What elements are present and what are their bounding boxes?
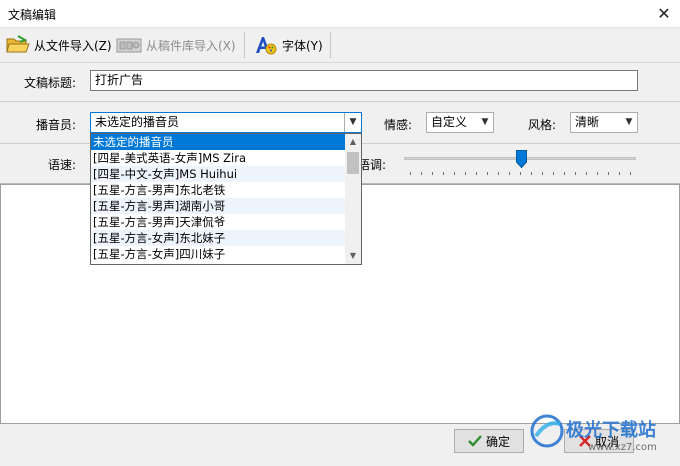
title-bar: 文稿编辑 ✕ xyxy=(0,0,680,28)
pitch-slider-thumb[interactable] xyxy=(516,150,527,168)
dropdown-option[interactable]: 未选定的播音员 xyxy=(91,134,345,150)
form-divider xyxy=(0,101,680,102)
folder-open-icon xyxy=(6,35,30,53)
dropdown-option[interactable]: [五星-方言-女声]四川妹子 xyxy=(91,246,345,262)
import-from-library-button[interactable]: 从稿件库导入(X) xyxy=(116,34,236,56)
dropdown-option[interactable]: [四星-中文-女声]MS Huihui xyxy=(91,166,345,182)
style-select[interactable]: 清晰 ▼ xyxy=(570,112,638,133)
announcer-select-value: 未选定的播音员 xyxy=(95,115,180,129)
dropdown-scrollbar[interactable]: ▲ ▼ xyxy=(345,134,361,264)
dropdown-option[interactable]: [五星-方言-男声]湖南小哥 xyxy=(91,198,345,214)
style-select-value: 清晰 xyxy=(575,115,600,129)
dropdown-option[interactable]: [五星-方言-男声]东北老铁 xyxy=(91,182,345,198)
ok-button[interactable]: 确定 xyxy=(454,429,524,453)
dropdown-option[interactable]: [四星-美式英语-女声]MS Zira xyxy=(91,150,345,166)
check-icon xyxy=(468,435,482,447)
import-from-library-label: 从稿件库导入(X) xyxy=(146,38,236,53)
dropdown-option[interactable]: [五星-方言-男声]天津侃爷 xyxy=(91,214,345,230)
dropdown-option[interactable]: [五星-方言-女声]东北妹子 xyxy=(91,230,345,246)
font-icon xyxy=(256,37,277,55)
scrollbar-thumb[interactable] xyxy=(347,152,359,174)
toolbar-separator xyxy=(244,32,245,58)
title-input[interactable]: 打折广告 xyxy=(90,70,638,91)
title-label: 文稿标题: xyxy=(24,76,77,90)
announcer-label: 播音员: xyxy=(36,118,77,132)
chevron-down-icon[interactable]: ▼ xyxy=(621,113,637,132)
watermark-url: www.xz7.com xyxy=(588,442,657,453)
chevron-down-icon[interactable]: ▼ xyxy=(344,113,361,132)
chevron-down-icon[interactable]: ▼ xyxy=(477,113,493,132)
toolbar-separator xyxy=(330,32,331,58)
scroll-down-icon[interactable]: ▼ xyxy=(345,248,361,264)
font-label: 字体(Y) xyxy=(282,38,323,53)
import-from-file-label: 从文件导入(Z) xyxy=(34,38,112,53)
watermark-logo-icon xyxy=(530,414,564,448)
pitch-slider-ticks xyxy=(410,172,636,175)
style-label: 风格: xyxy=(528,118,557,132)
emotion-select[interactable]: 自定义 ▼ xyxy=(426,112,494,133)
announcer-select[interactable]: 未选定的播音员 ▼ xyxy=(90,112,362,133)
pitch-label: 语调: xyxy=(358,158,387,172)
watermark-text: 极光下载站 xyxy=(566,420,656,441)
scroll-up-icon[interactable]: ▲ xyxy=(345,134,361,150)
ok-button-label: 确定 xyxy=(485,434,510,449)
emotion-label: 情感: xyxy=(384,118,413,132)
emotion-select-value: 自定义 xyxy=(431,115,468,129)
speed-label: 语速: xyxy=(48,158,77,172)
library-icon xyxy=(116,38,142,53)
watermark: 极光下载站 www.xz7.com xyxy=(530,410,680,466)
import-from-file-button[interactable]: 从文件导入(Z) xyxy=(6,34,112,56)
window-title: 文稿编辑 xyxy=(8,8,57,22)
font-button[interactable]: 字体(Y) xyxy=(254,34,323,56)
announcer-dropdown-list: 未选定的播音员 [四星-美式英语-女声]MS Zira [四星-中文-女声]MS… xyxy=(90,133,362,265)
close-button[interactable]: ✕ xyxy=(652,2,676,26)
